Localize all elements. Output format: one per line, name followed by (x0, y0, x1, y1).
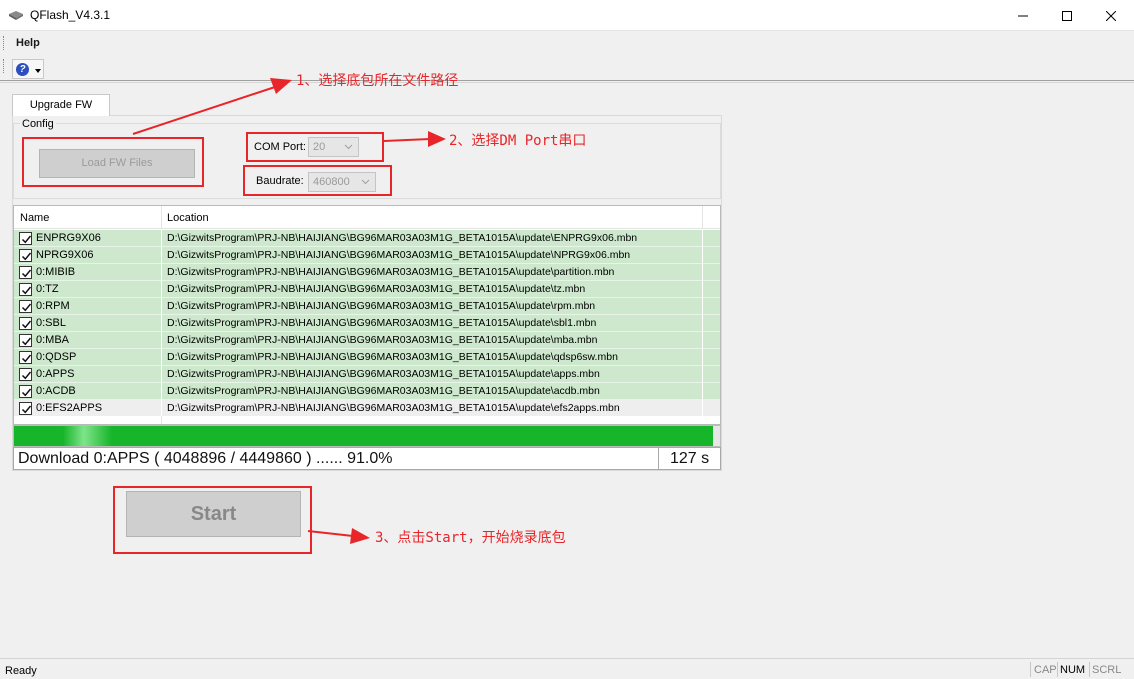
status-ready: Ready (5, 665, 37, 677)
status-num: NUM (1060, 664, 1086, 676)
arrow-step3 (307, 528, 370, 544)
status-cap: CAP (1034, 664, 1057, 676)
status-bar: Ready CAP NUM SCRL (0, 658, 1134, 679)
annotation-step1: 1、选择底包所在文件路径 (296, 73, 459, 89)
status-scrl: SCRL (1092, 664, 1122, 676)
annotation-arrows (132, 78, 446, 544)
arrow-step1 (132, 78, 292, 135)
annotation-step3: 3、点击Start，开始烧录底包 (375, 530, 566, 546)
status-divider (1089, 662, 1090, 677)
status-divider (1057, 662, 1058, 677)
arrow-step2 (383, 131, 446, 147)
status-divider (1030, 662, 1031, 677)
annotation-step2: 2、选择DM Port串口 (449, 133, 587, 149)
